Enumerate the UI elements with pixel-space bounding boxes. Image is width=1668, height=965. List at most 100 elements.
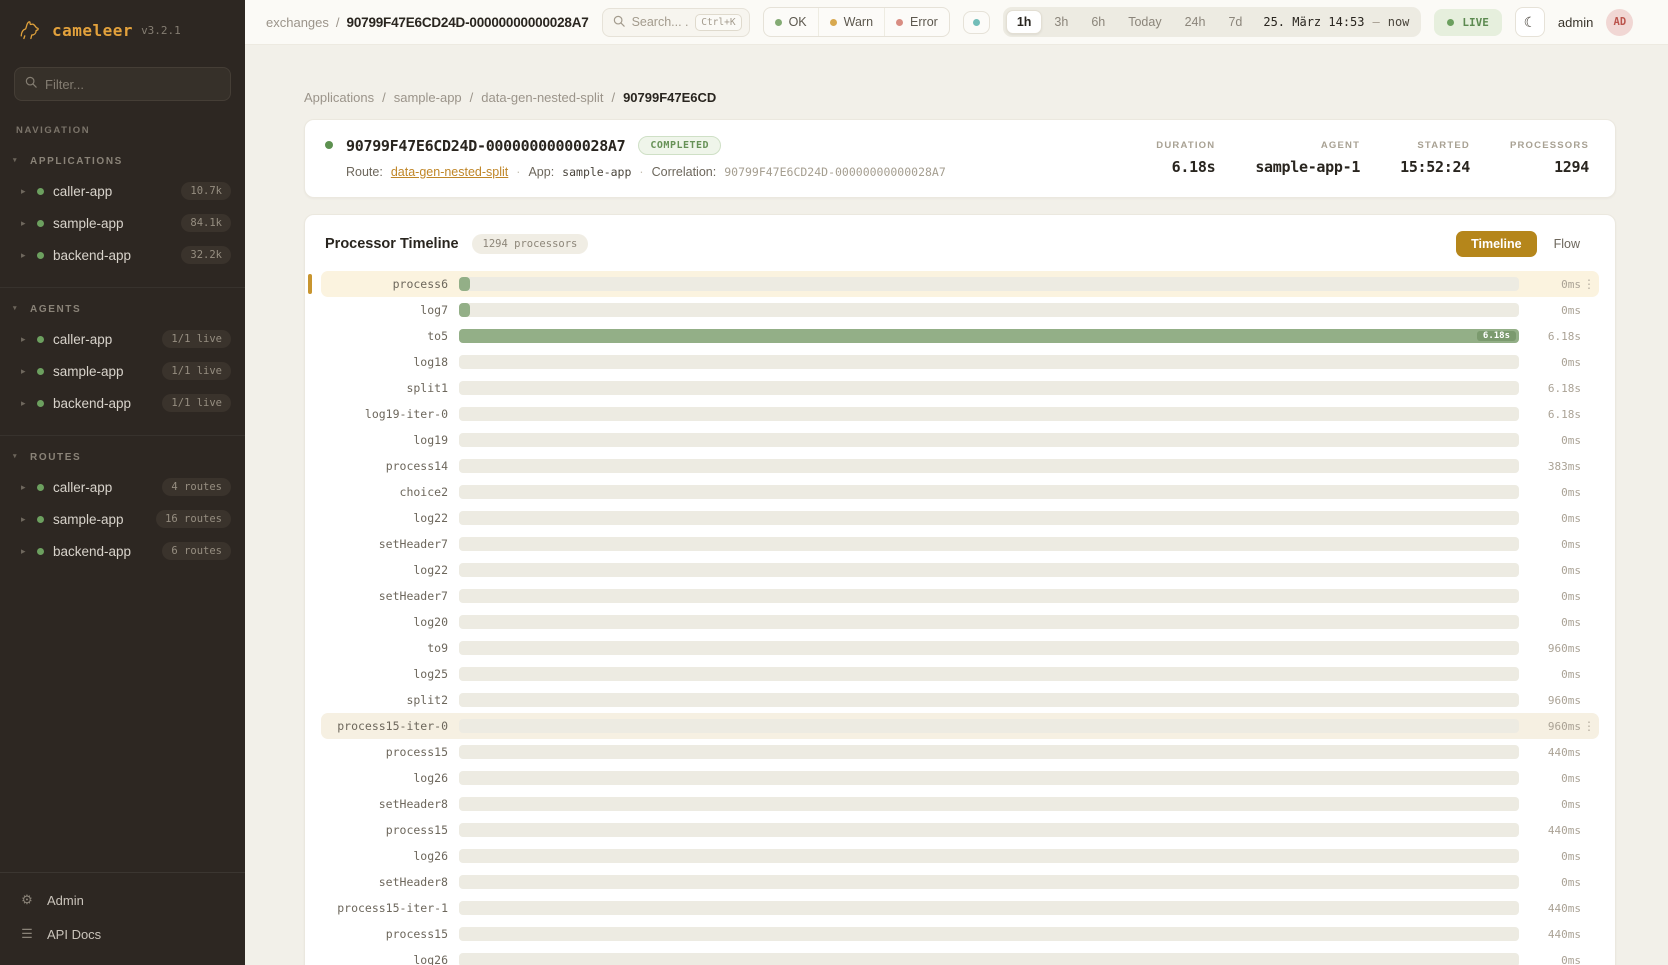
time-range-1h[interactable]: 1h: [1006, 10, 1043, 34]
timeline-row-setHeader7[interactable]: setHeader70ms: [321, 531, 1599, 557]
row-duration: 6.18s: [1519, 408, 1581, 421]
exchange-id: 90799F47E6CD24D-00000000000028A7: [346, 137, 625, 155]
timeline-row-log25[interactable]: log250ms: [321, 661, 1599, 687]
sidebar-filter[interactable]: [14, 67, 231, 101]
timeline-row-to9[interactable]: to9960ms: [321, 635, 1599, 661]
green-dot-icon: [37, 400, 44, 407]
sidebar-group-agents: ▾AGENTS▸caller-app1/1 live▸sample-app1/1…: [0, 287, 245, 429]
time-range-6h[interactable]: 6h: [1080, 10, 1116, 34]
correlation-label: Correlation:: [652, 165, 717, 179]
separator-dot: ·: [639, 165, 643, 179]
filter-warn[interactable]: Warn: [818, 8, 884, 36]
timeline-row-process15[interactable]: process15440ms: [321, 817, 1599, 843]
toggle-timeline[interactable]: Timeline: [1456, 231, 1536, 257]
toggle-flow[interactable]: Flow: [1539, 231, 1595, 257]
sidebar-item-backend-app[interactable]: ▸backend-app32.2k: [0, 239, 245, 271]
sidebar-item-backend-app[interactable]: ▸backend-app1/1 live: [0, 387, 245, 419]
timeline-row-log22[interactable]: log220ms: [321, 557, 1599, 583]
sidebar-item-caller-app[interactable]: ▸caller-app4 routes: [0, 471, 245, 503]
row-duration: 440ms: [1519, 746, 1581, 759]
time-range-24h[interactable]: 24h: [1174, 10, 1217, 34]
footer-item-api-docs[interactable]: ☰API Docs: [0, 917, 245, 951]
breadcrumb-item[interactable]: data-gen-nested-split: [481, 90, 603, 105]
green-dot-icon: [37, 484, 44, 491]
timeline-track: [459, 303, 1519, 317]
timeline-row-setHeader8[interactable]: setHeader80ms: [321, 791, 1599, 817]
theme-toggle-button[interactable]: ☾: [1515, 7, 1545, 37]
time-range-7d[interactable]: 7d: [1217, 10, 1253, 34]
timeline-row-log20[interactable]: log200ms: [321, 609, 1599, 635]
timeline-row-log26[interactable]: log26 0ms: [321, 947, 1599, 965]
timeline-track: [459, 875, 1519, 889]
timeline-row-split1[interactable]: split16.18s: [321, 375, 1599, 401]
timeline-row-log19-iter-0[interactable]: log19-iter-06.18s: [321, 401, 1599, 427]
filter-ok[interactable]: OK: [764, 8, 818, 36]
kebab-menu-icon[interactable]: ⋮: [1581, 719, 1597, 733]
teal-dot-icon: [973, 19, 980, 26]
timeline-row-choice2[interactable]: choice20ms: [321, 479, 1599, 505]
group-label-applications[interactable]: ▾APPLICATIONS: [0, 148, 245, 175]
breadcrumb-item[interactable]: Applications: [304, 90, 374, 105]
sidebar-groups: ▾APPLICATIONS▸caller-app10.7k▸sample-app…: [0, 140, 245, 577]
sidebar: cameleer v3.2.1 NAVIGATION ▾APPLICATIONS…: [0, 0, 245, 965]
filter-input[interactable]: [45, 77, 220, 92]
processor-name: log26: [325, 953, 459, 965]
sidebar-item-sample-app[interactable]: ▸sample-app84.1k: [0, 207, 245, 239]
extra-filter-segment[interactable]: [963, 11, 990, 34]
breadcrumb-separator: /: [611, 90, 615, 105]
timeline-row-setHeader7[interactable]: setHeader70ms: [321, 583, 1599, 609]
timeline-row-log19[interactable]: log190ms: [321, 427, 1599, 453]
logo-row[interactable]: cameleer v3.2.1: [0, 0, 245, 57]
group-label-agents[interactable]: ▾AGENTS: [0, 296, 245, 323]
timeline-track: [459, 771, 1519, 785]
timeline-row-setHeader8[interactable]: setHeader80ms: [321, 869, 1599, 895]
group-label-routes[interactable]: ▾ROUTES: [0, 444, 245, 471]
caret-icon: ▾: [13, 452, 18, 460]
timeline-row-process15-iter-1[interactable]: process15-iter-1440ms: [321, 895, 1599, 921]
filter-error[interactable]: Error: [884, 8, 949, 36]
sidebar-item-sample-app[interactable]: ▸sample-app16 routes: [0, 503, 245, 535]
live-badge[interactable]: LIVE: [1434, 9, 1502, 36]
timeline-row-split2[interactable]: split2960ms: [321, 687, 1599, 713]
row-duration: 0ms: [1519, 486, 1581, 499]
sidebar-item-backend-app[interactable]: ▸backend-app6 routes: [0, 535, 245, 567]
timeline-row-log26[interactable]: log260ms: [321, 765, 1599, 791]
timeline-track: [459, 433, 1519, 447]
timeline-track: 6.18s: [459, 329, 1519, 343]
timeline-track: [459, 823, 1519, 837]
timeline-track: [459, 927, 1519, 941]
footer-item-admin[interactable]: ⚙Admin: [0, 883, 245, 917]
row-duration: 0ms: [1519, 954, 1581, 965]
timeline-row-log26[interactable]: log260ms: [321, 843, 1599, 869]
search-box[interactable]: Search... ... Ctrl+K: [602, 8, 750, 37]
timeline-row-process14[interactable]: process14383ms: [321, 453, 1599, 479]
sidebar-item-caller-app[interactable]: ▸caller-app1/1 live: [0, 323, 245, 355]
timeline-row-log22[interactable]: log220ms: [321, 505, 1599, 531]
timeline-row-process15[interactable]: process15 440ms: [321, 739, 1599, 765]
timeline-row-process6[interactable]: process60ms⋮: [321, 271, 1599, 297]
timeline-track: [459, 511, 1519, 525]
time-range-3h[interactable]: 3h: [1043, 10, 1079, 34]
processor-name: process15-iter-1: [325, 901, 459, 915]
timeline-row-to5[interactable]: to56.18s6.18s: [321, 323, 1599, 349]
breadcrumb-section[interactable]: exchanges: [266, 15, 329, 30]
time-range-display[interactable]: 25. März 14:53 — now: [1254, 15, 1418, 29]
kebab-menu-icon[interactable]: ⋮: [1581, 277, 1597, 291]
route-link[interactable]: data-gen-nested-split: [391, 165, 508, 179]
timeline-row-log7[interactable]: log70ms: [321, 297, 1599, 323]
timeline-track: [459, 797, 1519, 811]
sidebar-item-sample-app[interactable]: ▸sample-app1/1 live: [0, 355, 245, 387]
timeline-row-process15[interactable]: process15440ms: [321, 921, 1599, 947]
timeline-title: Processor Timeline: [325, 236, 459, 252]
timeline-row-process15-iter-0[interactable]: process15-iter-0960ms⋮: [321, 713, 1599, 739]
timeline-header: Processor Timeline 1294 processors Timel…: [321, 229, 1599, 271]
time-range-group: 1h3h6hToday24h7d 25. März 14:53 — now: [1003, 7, 1422, 37]
time-range-today[interactable]: Today: [1117, 10, 1172, 34]
breadcrumb-item[interactable]: sample-app: [394, 90, 462, 105]
sidebar-item-caller-app[interactable]: ▸caller-app10.7k: [0, 175, 245, 207]
timeline-row-log18[interactable]: log180ms: [321, 349, 1599, 375]
processor-name: process15: [325, 745, 459, 759]
timeline-track: [459, 745, 1519, 759]
processor-name: log19: [325, 433, 459, 447]
avatar[interactable]: AD: [1606, 9, 1633, 36]
